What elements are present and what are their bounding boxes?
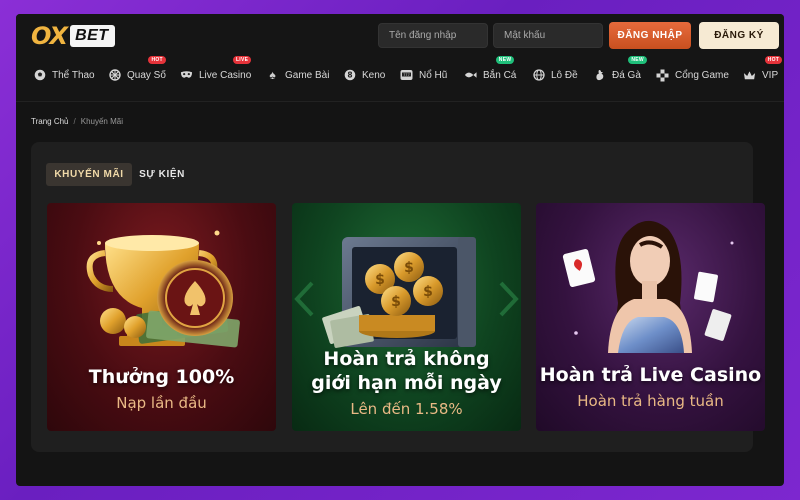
svg-text:$: $ [375, 272, 385, 288]
keno-ball-icon: 8 [343, 69, 356, 82]
soccer-ball-icon [33, 69, 46, 82]
password-input[interactable] [493, 23, 603, 48]
breadcrumb: Trang Chủ / Khuyến Mãi [31, 117, 123, 126]
nav-label: Cổng Game [675, 69, 729, 81]
site-header: OX BET ĐĂNG NHẬP ĐĂNG KÝ Thể Thao Quay S… [16, 14, 784, 102]
lottery-wheel-icon [108, 69, 121, 82]
nav-label: Quay Số [127, 69, 166, 81]
gamepad-icon [656, 69, 669, 82]
nav-item-quay-so[interactable]: Quay Số HOT [108, 56, 166, 86]
nav-label: Lô Đề [551, 69, 578, 81]
nav-item-no-hu[interactable]: 777 Nổ Hũ [400, 64, 447, 86]
crown-icon [743, 69, 756, 82]
tab-su-kien[interactable]: SỰ KIỆN [134, 163, 190, 186]
tab-khuyen-mai[interactable]: KHUYẾN MÃI [46, 163, 132, 186]
promo-subtitle: Lên đến 1.58% [350, 400, 463, 418]
breadcrumb-home-link[interactable]: Trang Chủ [31, 117, 69, 126]
nav-item-game-bai[interactable]: ♠ Game Bài [266, 64, 329, 86]
nav-label: Keno [362, 69, 386, 81]
promo-card-unlimited-cashback[interactable]: $ $ $ $ Hoàn trả không giới hạn mỗi ngày… [292, 203, 521, 431]
globe-icon [532, 69, 545, 82]
promo-text-block: Thưởng 100% Nạp lần đầu [47, 365, 276, 412]
username-input[interactable] [378, 23, 488, 48]
nav-label: VIP [762, 69, 779, 81]
nav-label: Đá Gà [612, 69, 641, 81]
promotions-panel: KHUYẾN MÃI SỰ KIỆN Thưởng 100% Nạp lần đ… [31, 142, 765, 452]
fish-icon [464, 69, 477, 82]
register-button[interactable]: ĐĂNG KÝ [699, 22, 779, 49]
rooster-icon [593, 69, 606, 82]
nav-item-lo-de[interactable]: Lô Đề [532, 64, 578, 86]
nav-item-da-ga[interactable]: Đá Gà NEW [593, 56, 647, 86]
svg-text:8: 8 [347, 71, 352, 80]
promo-text-block: Hoàn trả không giới hạn mỗi ngày Lên đến… [292, 347, 521, 418]
new-badge: NEW [495, 56, 515, 64]
mask-icon [180, 69, 193, 82]
promo-title: Hoàn trả Live Casino [539, 364, 762, 386]
login-button[interactable]: ĐĂNG NHẬP [609, 22, 691, 49]
promo-card-live-casino-cashback[interactable]: Hoàn trả Live Casino Hoàn trả hàng tuần [536, 203, 765, 431]
nav-item-keno[interactable]: 8 Keno [343, 64, 385, 86]
nav-label: Game Bài [285, 69, 330, 81]
svg-text:$: $ [404, 260, 414, 276]
promo-title-line-1: Hoàn trả không [323, 348, 490, 370]
nav-label: Live Casino [199, 69, 252, 81]
nav-item-vip[interactable]: VIP HOT [743, 56, 783, 86]
promo-title-line-2: giới hạn mỗi ngày [311, 372, 502, 394]
spade-icon: ♠ [269, 68, 276, 82]
nav-item-the-thao[interactable]: Thể Thao [33, 64, 95, 86]
nav-label: Nổ Hũ [419, 69, 448, 81]
nav-item-live-casino[interactable]: Live Casino LIVE [180, 56, 252, 86]
nav-item-cong-game[interactable]: Cổng Game [656, 64, 729, 86]
breadcrumb-separator: / [73, 117, 76, 126]
promo-text-block: Hoàn trả Live Casino Hoàn trả hàng tuần [536, 363, 765, 410]
nav-item-ban-ca[interactable]: Bắn Cá NEW [464, 56, 517, 86]
promo-subtitle: Nạp lần đầu [116, 394, 207, 412]
main-nav: Thể Thao Quay Số HOT Live Casino LIVE ♠ … [16, 56, 784, 86]
promo-title: Thưởng 100% [88, 366, 235, 388]
svg-text:$: $ [423, 284, 433, 300]
svg-text:777: 777 [403, 73, 409, 77]
live-badge: LIVE [232, 56, 252, 64]
logo-main-text: OX [31, 22, 68, 50]
promo-card-first-deposit[interactable]: Thưởng 100% Nạp lần đầu [47, 203, 276, 431]
hot-badge: HOT [148, 56, 166, 64]
hot-badge: HOT [764, 56, 783, 64]
breadcrumb-current: Khuyến Mãi [80, 117, 123, 126]
new-badge: NEW [628, 56, 647, 64]
nav-label: Bắn Cá [483, 69, 517, 81]
app-frame: OX BET ĐĂNG NHẬP ĐĂNG KÝ Thể Thao Quay S… [16, 14, 784, 486]
slot-machine-icon: 777 [400, 69, 413, 82]
svg-text:$: $ [391, 294, 401, 310]
nav-label: Thể Thao [52, 69, 95, 81]
oxbet-logo[interactable]: OX BET [31, 22, 115, 50]
promo-subtitle: Hoàn trả hàng tuần [577, 392, 724, 410]
logo-tag-text: BET [70, 25, 115, 47]
